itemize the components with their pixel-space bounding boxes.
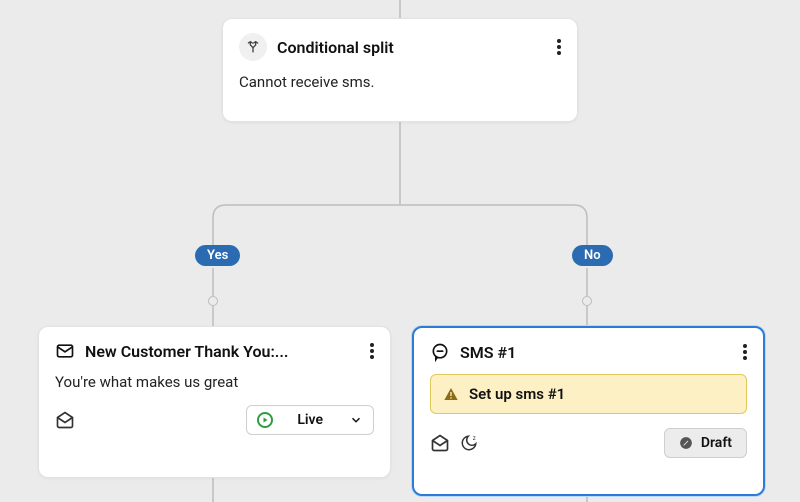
kebab-menu-icon[interactable] <box>553 35 565 59</box>
quiet-hours-icon: z <box>460 434 478 452</box>
flow-canvas: Conditional split Cannot receive sms. Ye… <box>0 0 800 502</box>
branch-label-no: No <box>572 245 613 266</box>
warning-text: Set up sms #1 <box>469 385 565 403</box>
chevron-down-icon <box>349 413 363 427</box>
connector-node <box>208 296 218 306</box>
card-title: SMS #1 <box>460 343 733 362</box>
play-icon <box>257 412 273 428</box>
mail-open-icon <box>55 410 75 430</box>
warning-icon <box>443 386 459 402</box>
status-dropdown-live[interactable]: Live <box>246 405 374 435</box>
svg-text:z: z <box>473 435 476 442</box>
kebab-menu-icon[interactable] <box>739 340 751 364</box>
email-card[interactable]: New Customer Thank You:... You're what m… <box>38 326 391 478</box>
chat-icon <box>430 342 450 362</box>
card-subtitle: You're what makes us great <box>55 373 374 391</box>
kebab-menu-icon[interactable] <box>366 339 378 363</box>
card-title: New Customer Thank You:... <box>85 342 360 361</box>
conditional-split-card[interactable]: Conditional split Cannot receive sms. <box>222 18 578 122</box>
branch-label-yes: Yes <box>195 245 240 266</box>
warning-banner[interactable]: Set up sms #1 <box>430 374 747 414</box>
card-description: Cannot receive sms. <box>239 73 561 91</box>
status-chip-draft: Draft <box>664 428 747 458</box>
mail-icon <box>55 341 75 361</box>
status-label: Draft <box>701 435 732 451</box>
sms-card[interactable]: SMS #1 Set up sms #1 <box>412 326 765 496</box>
connector-node <box>582 296 592 306</box>
card-title: Conditional split <box>277 38 547 57</box>
mail-open-icon <box>430 433 450 453</box>
split-icon <box>239 33 267 61</box>
status-label: Live <box>297 412 323 428</box>
draft-icon <box>679 436 693 450</box>
